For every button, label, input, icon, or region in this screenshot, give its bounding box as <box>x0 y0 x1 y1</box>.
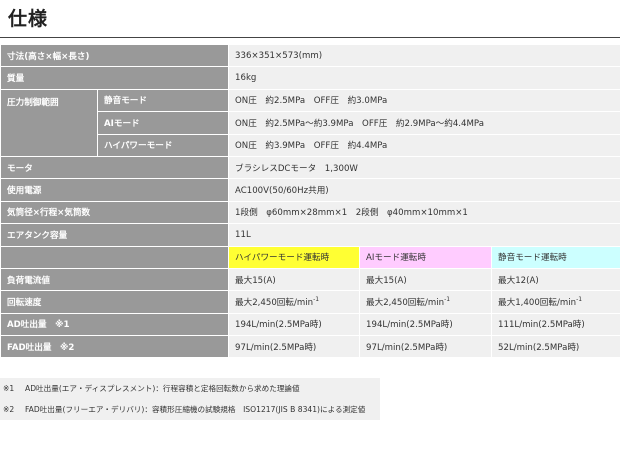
power-value: AC100V(50/60Hz共用) <box>228 178 620 202</box>
footnote: ※1 AD吐出量(エア・ディスプレスメント)：行程容積と定格回転数から求めた理論値 <box>0 378 380 399</box>
rotation-speed-ai-value: 最大2,450回転/min <box>366 297 445 308</box>
rotation-speed-label: 回転速度 <box>0 290 230 314</box>
hipower-mode-label: ハイパワーモード <box>96 133 230 157</box>
quiet-mode-label: 静音モード <box>96 88 230 113</box>
load-current-ai: 最大15(A) <box>359 267 493 292</box>
quiet-mode-header: 静音モード運転時 <box>491 245 620 269</box>
rotation-speed-hipower: 最大2,450回転/min-1 <box>228 290 361 314</box>
table-row: AD吐出量 ※1 194L/min(2.5MPa時) 194L/min(2.5M… <box>0 312 620 337</box>
ad-output-hipower: 194L/min(2.5MPa時) <box>228 312 361 337</box>
table-row: 圧力制御範囲 静音モード ON圧 約2.5MPa OFF圧 約3.0MPa <box>0 88 620 157</box>
table-row: 負荷電流値 最大15(A) 最大15(A) 最大12(A) <box>0 267 620 292</box>
weight-label: 質量 <box>0 66 230 90</box>
fad-output-quiet: 52L/min(2.5MPa時) <box>491 335 620 359</box>
table-row: 回転速度 最大2,450回転/min-1 最大2,450回転/min-1 最大1… <box>0 290 620 314</box>
cylinder-label: 気筒径×行程×気筒数 <box>0 200 230 225</box>
size-value: 336×351×573(mm) <box>228 43 620 68</box>
table-row: 気筒径×行程×気筒数 1段側 φ60mm×28mm×1 2段側 φ40mm×10… <box>0 200 620 225</box>
fad-output-label: FAD吐出量 ※2 <box>0 335 230 359</box>
table-row: エアタンク容量 11L <box>0 223 620 247</box>
ai-mode-value: ON圧 約2.5MPa～約3.9MPa OFF圧 約2.9MPa～約4.4MPa <box>228 111 620 135</box>
footnotes: ※1 AD吐出量(エア・ディスプレスメント)：行程容積と定格回転数から求めた理論値… <box>0 378 380 420</box>
hipower-mode-value: ON圧 約3.9MPa OFF圧 約4.4MPa <box>228 133 620 157</box>
motor-value: ブラシレスDCモータ 1,300W <box>228 155 620 180</box>
footnote: ※2 FAD吐出量(フリーエア・デリバリ)：容積形圧縮機の試験規格 ISO1217… <box>0 399 380 420</box>
title-divider <box>0 37 620 38</box>
ad-output-label: AD吐出量 ※1 <box>0 312 230 337</box>
tank-value: 11L <box>228 223 620 247</box>
quiet-mode-value: ON圧 約2.5MPa OFF圧 約3.0MPa <box>228 88 620 113</box>
rotation-speed-ai: 最大2,450回転/min-1 <box>359 290 493 314</box>
tank-label: エアタンク容量 <box>0 223 230 247</box>
footnote-text: FAD吐出量(フリーエア・デリバリ)：容積形圧縮機の試験規格 ISO1217(J… <box>25 405 366 414</box>
fad-output-hipower: 97L/min(2.5MPa時) <box>228 335 361 359</box>
load-current-quiet: 最大12(A) <box>491 267 620 292</box>
weight-value: 16kg <box>228 66 620 90</box>
spec-table: 寸法(高さ×幅×長さ) 336×351×573(mm) 質量 16kg 圧力制御… <box>0 43 620 359</box>
motor-label: モータ <box>0 155 230 180</box>
pressure-label: 圧力制御範囲 <box>0 88 98 157</box>
footnote-text: AD吐出量(エア・ディスプレスメント)：行程容積と定格回転数から求めた理論値 <box>25 384 300 393</box>
ai-mode-label: AIモード <box>96 111 230 135</box>
cylinder-value: 1段側 φ60mm×28mm×1 2段側 φ40mm×10mm×1 <box>228 200 620 225</box>
load-current-label: 負荷電流値 <box>0 267 230 292</box>
rotation-speed-quiet-value: 最大1,400回転/min <box>498 297 577 308</box>
ai-mode-header: AIモード運転時 <box>359 245 493 269</box>
ad-output-quiet: 111L/min(2.5MPa時) <box>491 312 620 337</box>
load-current-hipower: 最大15(A) <box>228 267 361 292</box>
fad-output-ai: 97L/min(2.5MPa時) <box>359 335 493 359</box>
page-title: 仕様 <box>8 8 49 30</box>
table-row: 寸法(高さ×幅×長さ) 336×351×573(mm) <box>0 43 620 68</box>
table-row: 質量 16kg <box>0 66 620 90</box>
rotation-unit-exponent: -1 <box>313 296 320 304</box>
ad-output-ai: 194L/min(2.5MPa時) <box>359 312 493 337</box>
rotation-unit-exponent: -1 <box>444 296 451 304</box>
table-row: 使用電源 AC100V(50/60Hz共用) <box>0 178 620 202</box>
rotation-speed-quiet: 最大1,400回転/min-1 <box>491 290 620 314</box>
table-row: モータ ブラシレスDCモータ 1,300W <box>0 155 620 180</box>
footnote-mark: ※2 <box>3 405 15 414</box>
power-label: 使用電源 <box>0 178 230 202</box>
footnote-mark: ※1 <box>3 384 15 393</box>
rotation-unit-exponent: -1 <box>576 296 583 304</box>
table-row: FAD吐出量 ※2 97L/min(2.5MPa時) 97L/min(2.5MP… <box>0 335 620 359</box>
size-label: 寸法(高さ×幅×長さ) <box>0 43 230 68</box>
mode-header-row: ハイパワーモード運転時 AIモード運転時 静音モード運転時 <box>0 245 620 269</box>
hipower-mode-header: ハイパワーモード運転時 <box>228 245 361 269</box>
mode-header-blank <box>0 245 230 269</box>
rotation-speed-hipower-value: 最大2,450回転/min <box>235 297 314 308</box>
